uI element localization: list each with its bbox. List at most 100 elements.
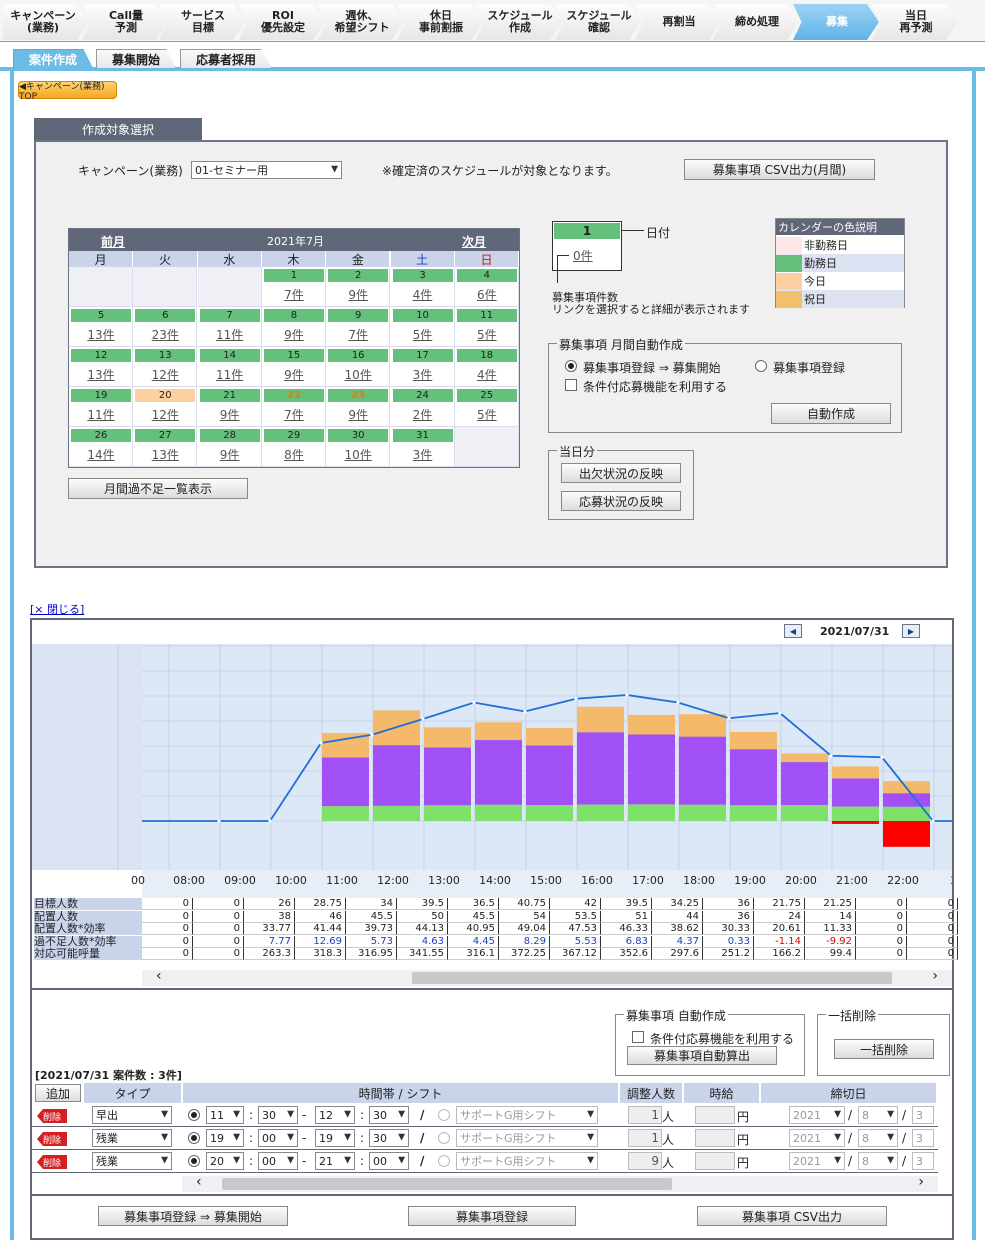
calendar-day[interactable]: 26 14件 (69, 427, 133, 467)
shift-select[interactable]: サポートG用シフト ▼ (456, 1106, 598, 1124)
type-select[interactable]: 早出 ▼ (92, 1106, 172, 1124)
nav-tab-10[interactable]: 募集 (793, 4, 879, 40)
day-count-link[interactable]: 9件 (262, 366, 326, 383)
prev-date-icon[interactable]: ◀ (784, 624, 802, 638)
delete-button[interactable]: 削除 (37, 1155, 67, 1169)
type-select[interactable]: 残業 ▼ (92, 1129, 172, 1147)
conditional-apply-checkbox[interactable] (565, 379, 577, 391)
delete-button[interactable]: 削除 (37, 1132, 67, 1146)
day-count-link[interactable]: 12件 (133, 366, 197, 383)
start-minute-select[interactable]: 00 ▼ (258, 1152, 298, 1170)
add-button[interactable]: 追加 (35, 1084, 81, 1102)
tab-recruit-start[interactable]: 募集開始 (96, 49, 176, 68)
calendar-day[interactable]: 21 9件 (197, 387, 262, 427)
next-month-link[interactable]: 次月 (462, 233, 486, 250)
bulk-delete-button[interactable]: 一括削除 (834, 1039, 934, 1059)
nav-tab-8[interactable]: 再割当 (635, 4, 721, 40)
calendar-day[interactable]: 27 13件 (133, 427, 198, 467)
adjust-count[interactable]: 9 (628, 1152, 662, 1170)
deadline-year-select[interactable]: 2021 ▼ (789, 1106, 845, 1124)
tab-applicant-hire[interactable]: 応募者採用 (180, 49, 272, 68)
close-link[interactable]: [× 閉じる] (30, 601, 84, 617)
application-reflect-button[interactable]: 応募状況の反映 (561, 491, 681, 511)
radio-register-start[interactable] (565, 360, 577, 372)
calendar-day[interactable]: 11 5件 (454, 307, 519, 347)
nav-tab-3[interactable]: ROI 優先設定 (239, 4, 325, 40)
day-count-link[interactable]: 11件 (198, 326, 262, 343)
deadline-day-select[interactable]: 3 (912, 1106, 934, 1124)
chart-scrollbar[interactable]: ‹ › (142, 968, 952, 986)
auto-create-button[interactable]: 自動作成 (771, 403, 891, 424)
nav-tab-6[interactable]: スケジュール 作成 (476, 4, 562, 40)
wage-input[interactable] (695, 1152, 735, 1170)
day-count-link[interactable]: 9件 (326, 286, 390, 303)
scroll-left-icon[interactable]: ‹ (196, 1174, 202, 1190)
day-count-link[interactable]: 8件 (262, 446, 326, 463)
calendar-day[interactable]: 23 9件 (326, 387, 391, 427)
shift-select[interactable]: サポートG用シフト ▼ (456, 1152, 598, 1170)
nav-tab-9[interactable]: 締め処理 (713, 4, 799, 40)
wage-input[interactable] (695, 1129, 735, 1147)
calendar-day[interactable]: 3 4件 (390, 267, 455, 307)
day-count-link[interactable]: 7件 (262, 286, 326, 303)
radio-register-only[interactable] (755, 360, 767, 372)
start-hour-select[interactable]: 19 ▼ (206, 1129, 244, 1147)
day-count-link[interactable]: 9件 (198, 406, 262, 423)
calendar-day[interactable]: 30 10件 (326, 427, 391, 467)
deadline-month-select[interactable]: 8 ▼ (858, 1152, 898, 1170)
deadline-year-select[interactable]: 2021 ▼ (789, 1129, 845, 1147)
nav-tab-2[interactable]: サービス 目標 (159, 4, 245, 40)
calendar-day[interactable]: 20 12件 (133, 387, 198, 427)
calendar-day[interactable]: 29 8件 (261, 427, 326, 467)
case-scroll-thumb[interactable] (222, 1178, 672, 1190)
start-hour-select[interactable]: 11 ▼ (206, 1106, 244, 1124)
prev-month-link[interactable]: 前月 (101, 233, 125, 250)
calendar-day[interactable]: 8 9件 (261, 307, 326, 347)
calendar-day[interactable]: 5 13件 (69, 307, 133, 347)
nav-tab-4[interactable]: 週休、 希望シフト (318, 4, 404, 40)
calendar-day[interactable]: 6 23件 (133, 307, 198, 347)
case-scrollbar[interactable]: ‹ › (182, 1174, 938, 1192)
day-count-link[interactable]: 6件 (455, 286, 519, 303)
calendar-day[interactable]: 10 5件 (390, 307, 455, 347)
calendar-day[interactable]: 28 9件 (197, 427, 262, 467)
end-hour-select[interactable]: 21 ▼ (315, 1152, 355, 1170)
csv-monthly-button[interactable]: 募集事項 CSV出力(月間) (684, 159, 875, 180)
day-count-link[interactable]: 9件 (262, 326, 326, 343)
scroll-right-icon[interactable]: › (918, 1174, 924, 1190)
day-count-link[interactable]: 4件 (391, 286, 455, 303)
day-count-link[interactable]: 3件 (391, 446, 455, 463)
deadline-year-select[interactable]: 2021 ▼ (789, 1152, 845, 1170)
day-count-link[interactable]: 13件 (69, 366, 133, 383)
start-minute-select[interactable]: 00 ▼ (258, 1129, 298, 1147)
calendar-day[interactable]: 9 7件 (326, 307, 391, 347)
adjust-count[interactable]: 1 (628, 1106, 662, 1124)
day-count-link[interactable]: 12件 (133, 406, 197, 423)
calendar-day[interactable]: 16 10件 (326, 347, 391, 387)
nav-tab-1[interactable]: Call量 予測 (82, 4, 168, 40)
register-start-button[interactable]: 募集事項登録 ⇒ 募集開始 (98, 1206, 288, 1226)
shift-radio[interactable] (438, 1155, 450, 1167)
day-count-link[interactable]: 11件 (69, 406, 133, 423)
wage-input[interactable] (695, 1106, 735, 1124)
calendar-day[interactable]: 14 11件 (197, 347, 262, 387)
calendar-day[interactable]: 15 9件 (261, 347, 326, 387)
time-radio[interactable] (188, 1155, 200, 1167)
delete-button[interactable]: 削除 (37, 1109, 67, 1123)
end-minute-select[interactable]: 30 ▼ (369, 1129, 409, 1147)
end-minute-select[interactable]: 30 ▼ (369, 1106, 409, 1124)
adjust-count[interactable]: 1 (628, 1129, 662, 1147)
nav-tab-5[interactable]: 休日 事前割振 (397, 4, 483, 40)
day-count-link[interactable]: 5件 (455, 406, 519, 423)
day-count-link[interactable]: 2件 (391, 406, 455, 423)
scroll-right-icon[interactable]: › (932, 968, 938, 984)
calendar-day[interactable]: 1 7件 (261, 267, 326, 307)
day-count-link[interactable]: 9件 (198, 446, 262, 463)
day-count-link[interactable]: 5件 (455, 326, 519, 343)
day-count-link[interactable]: 7件 (262, 406, 326, 423)
chart-scroll-thumb[interactable] (412, 972, 892, 984)
time-radio[interactable] (188, 1132, 200, 1144)
campaign-top-button[interactable]: ◀キャンペーン(業務) TOP (18, 81, 117, 102)
shift-radio[interactable] (438, 1132, 450, 1144)
type-select[interactable]: 残業 ▼ (92, 1152, 172, 1170)
